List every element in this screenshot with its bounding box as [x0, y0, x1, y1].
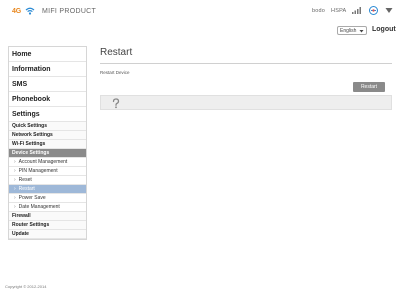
sidebar-item-update[interactable]: Update [9, 230, 86, 239]
sidebar-item-information[interactable]: Information [9, 62, 86, 77]
product-name: MIFI PRODUCT [41, 7, 97, 15]
help-bar [100, 95, 392, 110]
sidebar-nav: Home Information SMS Phonebook Settings … [8, 46, 87, 240]
sidebar-item-home[interactable]: Home [9, 47, 86, 62]
main-content: Restart Restart Device Restart [100, 46, 392, 110]
wifi-icon [25, 7, 35, 15]
restart-button[interactable]: Restart [353, 82, 385, 92]
language-value: English [340, 27, 357, 34]
header: 4G MIFI PRODUCT bodo HSPA English Logout [0, 0, 404, 48]
chevron-down-icon [359, 29, 364, 33]
sidebar-item-label: Restart [18, 185, 35, 192]
sidebar-item-router-settings[interactable]: Router Settings [9, 221, 86, 230]
network-type: HSPA [331, 7, 347, 14]
sidebar-item-label: Account Management [18, 158, 68, 165]
status-bar: bodo HSPA [312, 6, 393, 15]
logo: 4G MIFI PRODUCT [12, 7, 96, 15]
sidebar-item-label: Date Management [18, 203, 60, 210]
sidebar-item-date-management[interactable]: › Date Management [9, 203, 86, 212]
logout-link[interactable]: Logout [372, 26, 396, 33]
chevron-right-icon: › [14, 167, 16, 174]
network-operator: bodo [312, 7, 326, 14]
copyright-text: Copyright © 2012-2014 [5, 284, 47, 289]
chevron-right-icon: › [14, 203, 16, 210]
chevron-right-icon: › [14, 158, 16, 165]
sidebar-item-label: Power Save [18, 194, 46, 201]
user-icon[interactable] [385, 7, 393, 14]
sidebar-item-label: Reset [18, 176, 32, 183]
sidebar-item-label: PIN Management [18, 167, 58, 174]
divider [100, 63, 392, 64]
chevron-right-icon: › [14, 185, 16, 192]
signal-icon [352, 7, 362, 14]
restart-description: Restart Device [100, 70, 130, 75]
sidebar-item-wifi-settings[interactable]: Wi-Fi Settings [9, 140, 86, 149]
chevron-right-icon: › [14, 176, 16, 183]
logo-4g-text: 4G [12, 7, 21, 15]
sidebar-item-settings[interactable]: Settings [9, 107, 86, 122]
chevron-right-icon: › [14, 194, 16, 201]
language-select[interactable]: English [337, 26, 367, 35]
sidebar-item-quick-settings[interactable]: Quick Settings [9, 122, 86, 131]
page-title: Restart [100, 47, 133, 58]
sidebar-item-network-settings[interactable]: Network Settings [9, 131, 86, 140]
sidebar-item-phonebook[interactable]: Phonebook [9, 92, 86, 107]
sidebar-item-sms[interactable]: SMS [9, 77, 86, 92]
help-icon[interactable] [111, 98, 121, 109]
roam-icon [368, 6, 379, 15]
sidebar-item-firewall[interactable]: Firewall [9, 212, 86, 221]
